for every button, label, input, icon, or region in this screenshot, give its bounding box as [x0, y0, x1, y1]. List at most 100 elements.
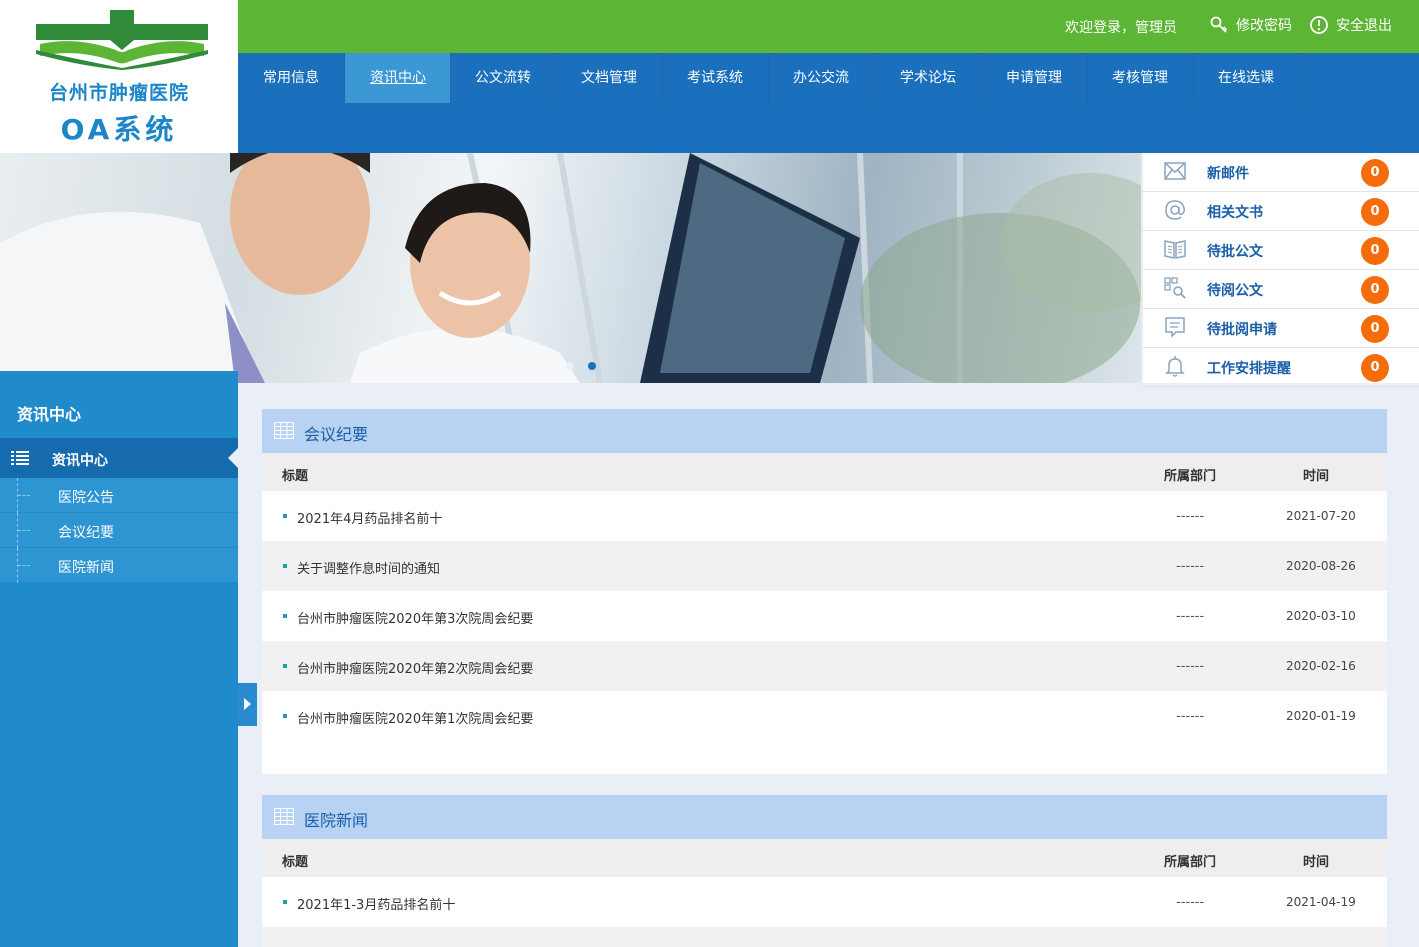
row-date: 2021-04-19: [1286, 895, 1356, 909]
nav-item-application-management[interactable]: 申请管理: [981, 53, 1087, 103]
row-title[interactable]: 台州市肿瘤医院2020年第1次院周会纪要: [297, 708, 533, 727]
sidebar-section-label: 资讯中心: [52, 453, 108, 469]
count-badge: 0: [1361, 315, 1389, 343]
table-grid-icon: [274, 808, 294, 825]
message-icon: [1165, 317, 1185, 338]
sidebar-title: 资讯中心: [17, 405, 82, 424]
panel-title: 医院新闻: [304, 811, 369, 830]
table-row[interactable]: 关于调整作息时间的通知 ------ 2020-08-26: [262, 541, 1387, 591]
quick-item-pending-approval-documents[interactable]: 待批公文 0: [1141, 231, 1419, 270]
sidebar-item-meeting-minutes[interactable]: 会议纪要: [0, 513, 238, 548]
quick-item-pending-read-documents[interactable]: 待阅公文 0: [1141, 270, 1419, 309]
logo-cross-icon: [36, 10, 208, 70]
quick-item-pending-applications[interactable]: 待批阅申请 0: [1141, 309, 1419, 348]
sidebar-section-news-center[interactable]: 资讯中心: [0, 438, 238, 478]
quick-item-new-mail[interactable]: 新邮件 0: [1141, 153, 1419, 192]
sidebar-item-label: 会议纪要: [58, 525, 114, 541]
table-header: 标题 所属部门 时间: [262, 839, 1387, 877]
table-row[interactable]: 台州市肿瘤医院2020年第2次院周会纪要 ------ 2020-02-16: [262, 641, 1387, 691]
active-indicator: [228, 448, 238, 468]
row-title[interactable]: 关于调整作息时间的通知: [297, 558, 440, 577]
panel-header: 医院新闻: [262, 795, 1387, 839]
main-nav: 常用信息 资讯中心 公文流转 文档管理 考试系统 办公交流 学术论坛 申请管理 …: [238, 53, 1419, 153]
tree-line: [17, 548, 35, 583]
row-bullet: [283, 664, 287, 668]
key-icon: [1210, 16, 1228, 33]
change-password-link[interactable]: 修改密码: [1209, 15, 1292, 35]
row-dept: ------: [1176, 559, 1205, 574]
alert-circle-icon: [1310, 16, 1328, 34]
row-title[interactable]: 台州市肿瘤医院2020年第3次院周会纪要: [297, 608, 533, 627]
column-header-date: 时间: [1303, 469, 1330, 484]
row-bullet: [283, 564, 287, 568]
quick-item-label: 相关文书: [1207, 205, 1263, 221]
row-bullet: [283, 614, 287, 618]
nav-item-office-exchange[interactable]: 办公交流: [768, 53, 874, 103]
count-badge: 0: [1361, 159, 1389, 187]
welcome-text: 欢迎登录，管理员: [1065, 20, 1177, 36]
nav-item-file-management[interactable]: 文档管理: [556, 53, 662, 103]
list-menu-icon: [11, 451, 29, 465]
quick-item-label: 工作安排提醒: [1207, 361, 1291, 377]
panel-meeting-minutes: 会议纪要 标题 所属部门 时间 2021年4月药品排名前十 ------ 202…: [262, 409, 1387, 774]
quick-item-work-reminders[interactable]: 工作安排提醒 0: [1141, 348, 1419, 387]
row-dept: ------: [1176, 609, 1205, 624]
top-bar: 欢迎登录，管理员 修改密码 安全退出: [238, 0, 1419, 53]
row-date: 2021-07-20: [1286, 509, 1356, 523]
quick-access-panel: 新邮件 0 相关文书 0 待批公文 0 待阅公文 0 待批阅申请 0 工作安排提…: [1141, 153, 1419, 387]
column-header-title: 标题: [282, 855, 309, 870]
tree-line: [17, 513, 35, 548]
column-header-dept: 所属部门: [1164, 855, 1217, 870]
sidebar-item-hospital-notices[interactable]: 医院公告: [0, 478, 238, 513]
count-badge: 0: [1361, 237, 1389, 265]
carousel-dot[interactable]: [566, 362, 574, 370]
row-bullet: [283, 900, 287, 904]
sidebar-collapse-toggle[interactable]: [238, 683, 257, 726]
column-header-date: 时间: [1303, 855, 1330, 870]
nav-item-common-info[interactable]: 常用信息: [238, 53, 344, 103]
logout-label: 安全退出: [1336, 18, 1392, 34]
nav-item-academic-forum[interactable]: 学术论坛: [875, 53, 981, 103]
table-row[interactable]: 2021年1-3月药品排名前十 ------ 2021-04-19: [262, 877, 1387, 927]
hospital-logo: 台州市肿瘤医院 OA系统: [0, 0, 238, 153]
row-dept: ------: [1176, 509, 1205, 524]
tree-line: [17, 478, 35, 513]
table-row[interactable]: 2021年4月药品排名前十 ------ 2021-07-20: [262, 491, 1387, 541]
row-date: 2020-08-26: [1286, 559, 1356, 573]
bell-icon: [1165, 356, 1185, 377]
row-title[interactable]: 2021年4月药品排名前十: [297, 508, 442, 527]
row-dept: ------: [1176, 895, 1205, 910]
change-password-label: 修改密码: [1236, 18, 1292, 34]
nav-item-exam-system[interactable]: 考试系统: [662, 53, 768, 103]
book-icon: [1164, 240, 1186, 259]
nav-item-assessment-management[interactable]: 考核管理: [1087, 53, 1193, 103]
table-row[interactable]: 台州市肿瘤医院2020年第1次院周会纪要 ------ 2020-01-19: [262, 691, 1387, 741]
envelope-icon: [1164, 162, 1186, 180]
table-header: 标题 所属部门 时间: [262, 453, 1387, 491]
sidebar-item-label: 医院公告: [58, 490, 114, 506]
count-badge: 0: [1361, 198, 1389, 226]
carousel-dot-active[interactable]: [588, 362, 596, 370]
row-date: 2020-02-16: [1286, 659, 1356, 673]
nav-divider: [1299, 53, 1300, 103]
sidebar-item-hospital-news[interactable]: 医院新闻: [0, 548, 238, 583]
row-date: 2020-03-10: [1286, 609, 1356, 623]
nav-item-online-courses[interactable]: 在线选课: [1193, 53, 1299, 103]
table-row[interactable]: [262, 927, 1387, 947]
column-header-title: 标题: [282, 469, 309, 484]
panel-title: 会议纪要: [304, 425, 369, 444]
logout-link[interactable]: 安全退出: [1309, 15, 1392, 35]
count-badge: 0: [1361, 354, 1389, 382]
row-dept: ------: [1176, 709, 1205, 724]
row-dept: ------: [1176, 659, 1205, 674]
column-header-dept: 所属部门: [1164, 469, 1217, 484]
row-title[interactable]: 台州市肿瘤医院2020年第2次院周会纪要: [297, 658, 533, 677]
carousel-dots: [566, 362, 596, 370]
quick-item-related-documents[interactable]: 相关文书 0: [1141, 192, 1419, 231]
quick-item-label: 待阅公文: [1207, 283, 1263, 299]
nav-item-document-flow[interactable]: 公文流转: [450, 53, 556, 103]
table-row[interactable]: 台州市肿瘤医院2020年第3次院周会纪要 ------ 2020-03-10: [262, 591, 1387, 641]
row-title[interactable]: 2021年1-3月药品排名前十: [297, 894, 455, 913]
panel-hospital-news: 医院新闻 标题 所属部门 时间 2021年1-3月药品排名前十 ------ 2…: [262, 795, 1387, 947]
nav-item-news-center[interactable]: 资讯中心: [345, 53, 451, 103]
